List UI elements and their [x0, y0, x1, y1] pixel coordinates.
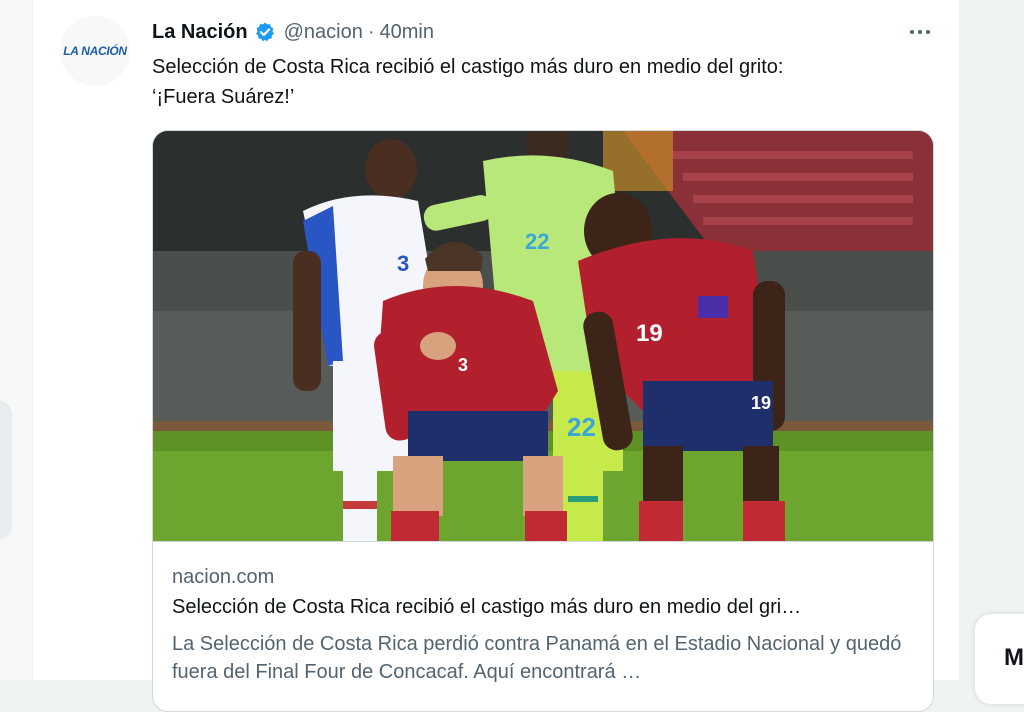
author-name[interactable]: La Nación — [152, 21, 248, 44]
avatar[interactable]: LA NACIÓN — [60, 16, 130, 86]
tweet-container[interactable]: LA NACIÓN La Nación @nacion · 40min Sele… — [32, 0, 960, 712]
verified-badge-icon — [254, 21, 276, 43]
more-options-icon[interactable] — [905, 20, 935, 44]
card-description: La Selección de Costa Rica perdió contra… — [172, 633, 902, 683]
right-widget-letter: M — [1004, 644, 1024, 671]
tweet-text-line-2: ‘¡Fuera Suárez!’ — [152, 86, 295, 108]
jersey-number: 19 — [636, 320, 663, 347]
header-separator: · — [367, 20, 375, 43]
tweet-text: Selección de Costa Rica recibió el casti… — [152, 52, 942, 112]
jersey-number: 3 — [397, 251, 409, 276]
card-image[interactable]: 3 3 22 22 19 19 — [153, 131, 933, 541]
avatar-logo-text: LA NACIÓN — [63, 44, 127, 58]
card-meta[interactable]: nacion.com Selección de Costa Rica recib… — [153, 541, 933, 711]
card-title[interactable]: Selección de Costa Rica recibió el casti… — [172, 596, 917, 619]
tweet-timestamp[interactable]: 40min — [380, 21, 434, 44]
jersey-number: 22 — [525, 229, 549, 254]
left-column-scroll-edge — [0, 400, 12, 540]
tweet-header: La Nación @nacion · 40min — [152, 18, 434, 46]
jersey-number: 3 — [458, 355, 468, 375]
link-preview-card[interactable]: 3 3 22 22 19 19 nacion.com Selección de … — [152, 130, 934, 712]
left-column-edge — [0, 0, 32, 680]
tweet-text-line-1: Selección de Costa Rica recibió el casti… — [152, 56, 784, 78]
author-handle[interactable]: @nacion — [284, 21, 363, 44]
right-sidebar-widget[interactable]: M — [975, 614, 1024, 704]
jersey-number: 19 — [751, 393, 771, 413]
jersey-number: 22 — [567, 412, 596, 442]
card-domain: nacion.com — [172, 566, 275, 588]
